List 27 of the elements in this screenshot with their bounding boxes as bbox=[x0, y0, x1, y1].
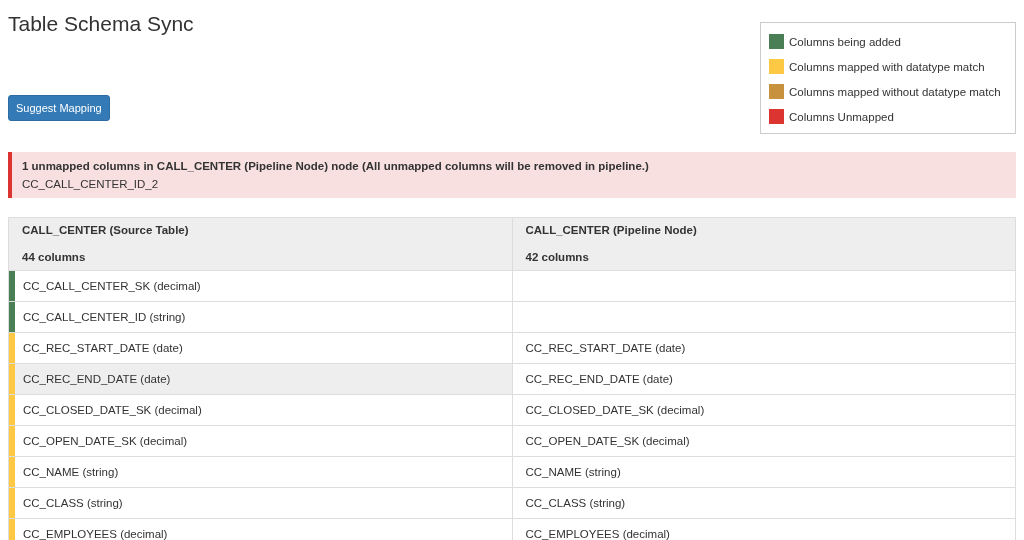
suggest-mapping-button[interactable]: Suggest Mapping bbox=[8, 95, 110, 121]
legend-label: Columns Unmapped bbox=[789, 110, 894, 123]
source-column-cell: CC_EMPLOYEES (decimal) bbox=[8, 518, 512, 540]
source-column-cell: CC_REC_END_DATE (date) bbox=[8, 363, 512, 395]
legend-label: Columns being added bbox=[789, 35, 901, 48]
page-title: Table Schema Sync bbox=[8, 12, 194, 36]
target-column-cell: CC_EMPLOYEES (decimal) bbox=[512, 518, 1016, 540]
target-column-cell: CC_CLASS (string) bbox=[512, 487, 1016, 519]
source-column-cell: CC_CLOSED_DATE_SK (decimal) bbox=[8, 394, 512, 426]
source-column-cell: CC_CALL_CENTER_ID (string) bbox=[8, 301, 512, 333]
column-count: 44 columns bbox=[22, 250, 87, 265]
source-column-cell: CC_NAME (string) bbox=[8, 456, 512, 488]
column-count: 42 columns bbox=[525, 250, 590, 265]
source-column-cell: CC_OPEN_DATE_SK (decimal) bbox=[8, 425, 512, 457]
column-title: CALL_CENTER (Pipeline Node) bbox=[525, 223, 698, 238]
legend-label: Columns mapped with datatype match bbox=[789, 60, 985, 73]
legend-label: Columns mapped without datatype match bbox=[789, 85, 1001, 98]
target-column-cell: CC_CLOSED_DATE_SK (decimal) bbox=[512, 394, 1016, 426]
source-column-cell: CC_CALL_CENTER_SK (decimal) bbox=[8, 270, 512, 302]
column-title: CALL_CENTER (Source Table) bbox=[22, 223, 190, 238]
alert-message: 1 unmapped columns in CALL_CENTER (Pipeline Node) node (All unmapped columns will be removed in pipeline.) bbox=[22, 160, 650, 172]
target-column-cell: CC_NAME (string) bbox=[512, 456, 1016, 488]
target-column-cell: CC_REC_START_DATE (date) bbox=[512, 332, 1016, 364]
target-column-cell: CC_REC_END_DATE (date) bbox=[512, 363, 1016, 395]
source-column-cell: CC_CLASS (string) bbox=[8, 487, 512, 519]
target-column-cell: CC_OPEN_DATE_SK (decimal) bbox=[512, 425, 1016, 457]
unmapped-column: CC_CALL_CENTER_ID_2 bbox=[22, 178, 1006, 190]
